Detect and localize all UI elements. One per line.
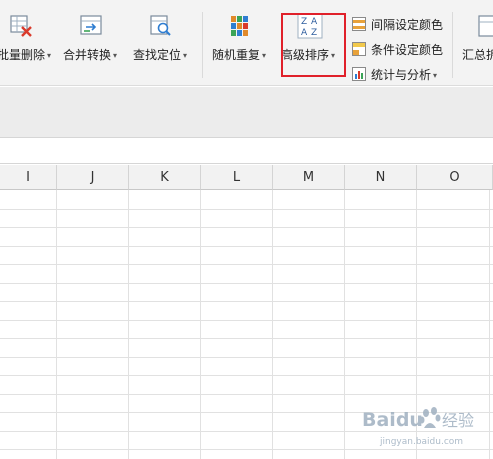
column-header-k[interactable]: K bbox=[129, 165, 201, 190]
condition-color-icon bbox=[352, 42, 366, 56]
grid-row-line bbox=[0, 227, 493, 228]
column-header-l[interactable]: L bbox=[201, 165, 273, 190]
grid-row-line bbox=[0, 283, 493, 284]
merge-convert-button[interactable]: 合并转换 ▾ bbox=[63, 14, 121, 70]
grid-row-line bbox=[0, 394, 493, 395]
grid-row-line bbox=[0, 375, 493, 376]
batch-delete-label: 批量删除 bbox=[0, 48, 46, 62]
summary-split-button[interactable]: 汇总拆 bbox=[462, 14, 493, 70]
batch-delete-button[interactable]: 批量删除 ▾ bbox=[0, 14, 53, 70]
ribbon-separator bbox=[452, 12, 453, 78]
ribbon-separator bbox=[202, 12, 203, 78]
random-repeat-button[interactable]: 随机重复 ▾ bbox=[212, 14, 270, 70]
grid-column-line bbox=[128, 190, 129, 459]
baidu-paw-logo-icon: Baidu 经验 jingyan.baidu.com bbox=[362, 407, 474, 447]
ribbon-toolbar: 批量删除 ▾ 合并转换 ▾ 查找定位 ▾ 随机重复 ▾ Z A A Z 高级排序… bbox=[0, 0, 493, 86]
svg-text:经验: 经验 bbox=[442, 411, 474, 430]
random-repeat-icon bbox=[228, 14, 252, 38]
grid-column-line bbox=[56, 190, 57, 459]
grid-row-line bbox=[0, 264, 493, 265]
dropdown-caret-icon: ▾ bbox=[433, 71, 438, 80]
baidu-watermark: Baidu 经验 jingyan.baidu.com bbox=[360, 402, 490, 452]
interval-color-icon bbox=[352, 17, 366, 31]
grid-row-line bbox=[0, 338, 493, 339]
stats-analysis-label: 统计与分析 bbox=[371, 68, 432, 82]
summary-split-icon bbox=[477, 14, 493, 38]
blank-strip bbox=[0, 139, 493, 164]
dropdown-caret-icon: ▾ bbox=[183, 51, 188, 60]
svg-text:Baidu: Baidu bbox=[362, 409, 423, 431]
column-header-m[interactable]: M bbox=[273, 165, 345, 190]
dropdown-caret-icon: ▾ bbox=[262, 51, 267, 60]
summary-split-label: 汇总拆 bbox=[462, 48, 493, 62]
grid-row-line bbox=[0, 209, 493, 210]
grid-row-line bbox=[0, 246, 493, 247]
merge-convert-label: 合并转换 bbox=[63, 48, 112, 62]
highlight-box bbox=[281, 13, 346, 77]
grid-row-line bbox=[0, 301, 493, 302]
grid-row-line bbox=[0, 320, 493, 321]
random-repeat-label: 随机重复 bbox=[212, 48, 261, 62]
find-locate-button[interactable]: 查找定位 ▾ bbox=[133, 14, 191, 70]
column-header-i[interactable]: I bbox=[0, 165, 57, 190]
batch-delete-icon bbox=[9, 14, 33, 38]
grid-column-line bbox=[200, 190, 201, 459]
svg-text:jingyan.baidu.com: jingyan.baidu.com bbox=[379, 437, 463, 447]
formula-bar-area bbox=[0, 87, 493, 138]
column-header-n[interactable]: N bbox=[345, 165, 417, 190]
dropdown-caret-icon: ▾ bbox=[47, 51, 52, 60]
column-header-o[interactable]: O bbox=[417, 165, 493, 190]
merge-convert-icon bbox=[79, 14, 103, 38]
stats-analysis-icon bbox=[352, 67, 366, 81]
column-header-j[interactable]: J bbox=[57, 165, 129, 190]
grid-column-line bbox=[272, 190, 273, 459]
grid-column-line bbox=[344, 190, 345, 459]
find-locate-label: 查找定位 bbox=[133, 48, 182, 62]
dropdown-caret-icon: ▾ bbox=[113, 51, 118, 60]
condition-color-label: 条件设定颜色 bbox=[371, 43, 444, 57]
interval-color-label: 间隔设定颜色 bbox=[371, 18, 444, 32]
find-locate-icon bbox=[149, 14, 173, 38]
grid-row-line bbox=[0, 357, 493, 358]
